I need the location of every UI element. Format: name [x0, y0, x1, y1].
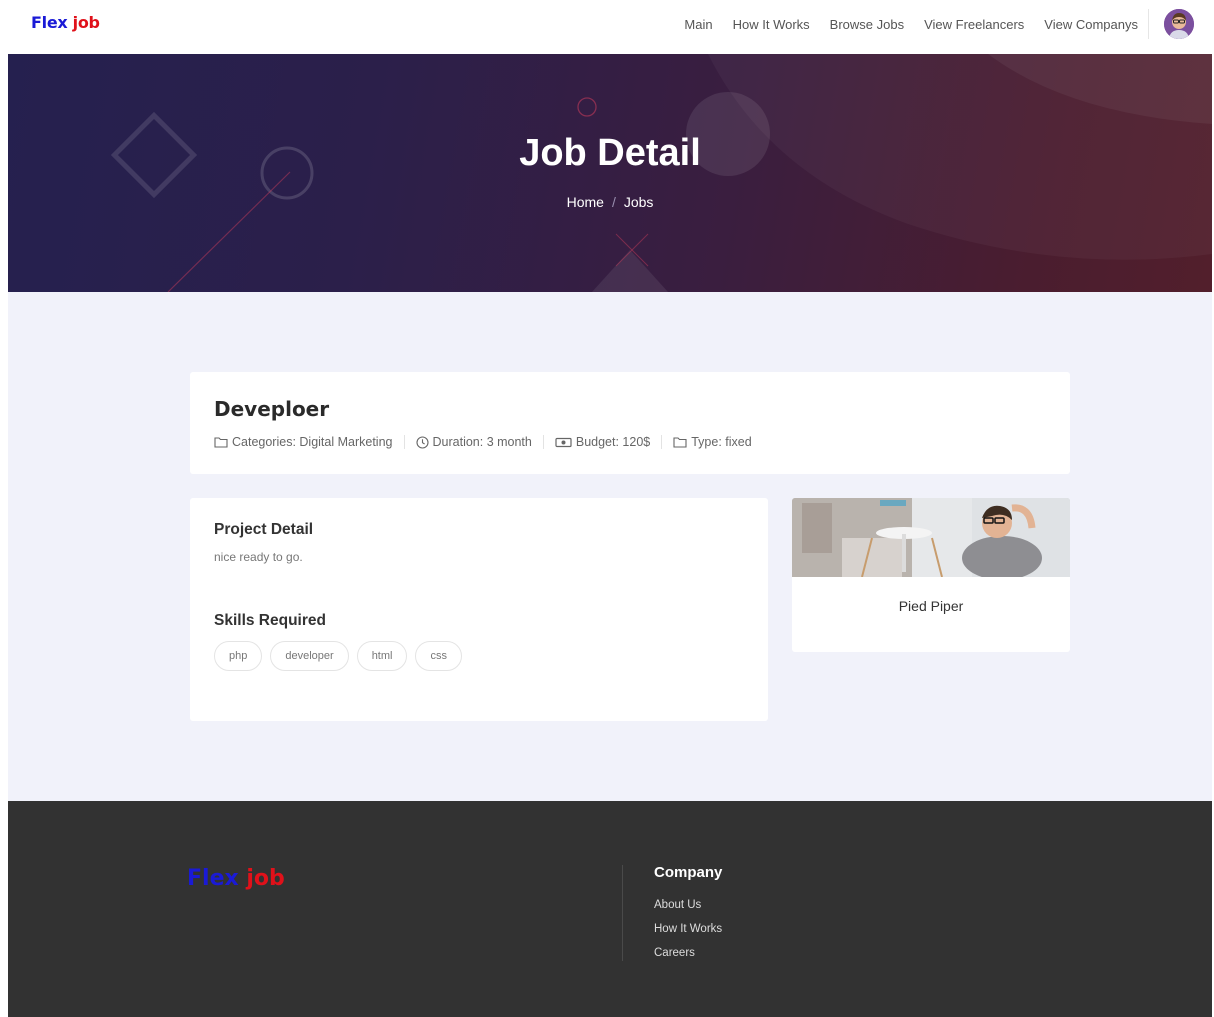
job-title: Deveploer: [214, 397, 330, 421]
project-detail-card: Project Detail nice ready to go. Skills …: [190, 498, 768, 721]
navbar: Flex job Main How It Works Browse Jobs V…: [0, 0, 1214, 54]
breadcrumb-current[interactable]: Jobs: [624, 194, 654, 210]
project-detail-heading: Project Detail: [214, 521, 314, 538]
job-meta: Categories: Digital Marketing Duration: …: [214, 435, 752, 449]
brand-part-2: job: [246, 866, 285, 891]
hero-banner: Job Detail Home / Jobs: [8, 54, 1212, 292]
folder-icon: [214, 437, 228, 448]
breadcrumb: Home / Jobs: [8, 194, 1212, 210]
meta-type-text: Type: fixed: [691, 435, 752, 449]
meta-budget: Budget: 120$: [555, 435, 650, 449]
footer-divider: [622, 865, 623, 961]
meta-divider: [403, 435, 405, 449]
footer-link-careers[interactable]: Careers: [654, 946, 722, 970]
nav-main[interactable]: Main: [684, 17, 712, 32]
meta-category: Categories: Digital Marketing: [214, 435, 393, 449]
meta-type: Type: fixed: [673, 435, 752, 449]
nav-browse-jobs[interactable]: Browse Jobs: [830, 17, 904, 32]
page-title: Job Detail: [519, 132, 701, 174]
nav-view-freelancers[interactable]: View Freelancers: [924, 17, 1024, 32]
main-content: Deveploer Categories: Digital Marketing …: [8, 292, 1212, 801]
footer-company-heading: Company: [654, 864, 723, 881]
brand-part-2: job: [72, 13, 100, 32]
meta-divider: [661, 435, 663, 449]
skill-chip[interactable]: css: [415, 641, 462, 671]
main-nav: Main How It Works Browse Jobs View Freel…: [684, 17, 1138, 32]
brand-part-1: Flex: [31, 13, 68, 32]
meta-budget-text: Budget: 120$: [575, 435, 651, 449]
meta-duration: Duration: 3 month: [415, 435, 532, 449]
clock-icon: [415, 435, 429, 449]
meta-divider: [542, 435, 544, 449]
meta-category-text: Categories: Digital Marketing: [232, 435, 393, 449]
nav-how-it-works[interactable]: How It Works: [733, 17, 810, 32]
footer-links: About Us How It Works Careers: [654, 898, 722, 970]
skills-list: php developer html css: [214, 641, 462, 671]
brand-part-1: Flex: [187, 866, 239, 891]
money-icon: [555, 437, 572, 447]
meta-duration-text: Duration: 3 month: [432, 435, 532, 449]
company-name[interactable]: Pied Piper: [792, 598, 1070, 614]
user-avatar[interactable]: [1164, 9, 1194, 39]
breadcrumb-separator: /: [611, 194, 616, 210]
skill-chip[interactable]: developer: [270, 641, 349, 671]
brand-logo[interactable]: Flex job: [31, 13, 100, 32]
company-card[interactable]: Pied Piper: [792, 498, 1070, 652]
project-detail-text: nice ready to go.: [214, 550, 303, 564]
footer: Flex job Company About Us How It Works C…: [8, 801, 1212, 1017]
footer-link-how-it-works[interactable]: How It Works: [654, 922, 722, 946]
nav-view-companys[interactable]: View Companys: [1044, 17, 1138, 32]
footer-link-about-us[interactable]: About Us: [654, 898, 722, 922]
skill-chip[interactable]: html: [356, 641, 408, 671]
folder-icon: [673, 437, 687, 448]
footer-brand-logo[interactable]: Flex job: [187, 866, 285, 891]
nav-divider: [1148, 9, 1149, 39]
breadcrumb-home[interactable]: Home: [567, 194, 604, 210]
company-photo: [792, 498, 1070, 577]
skill-chip[interactable]: php: [214, 641, 263, 671]
skills-heading: Skills Required: [214, 612, 326, 629]
job-header-card: Deveploer Categories: Digital Marketing …: [190, 372, 1070, 474]
